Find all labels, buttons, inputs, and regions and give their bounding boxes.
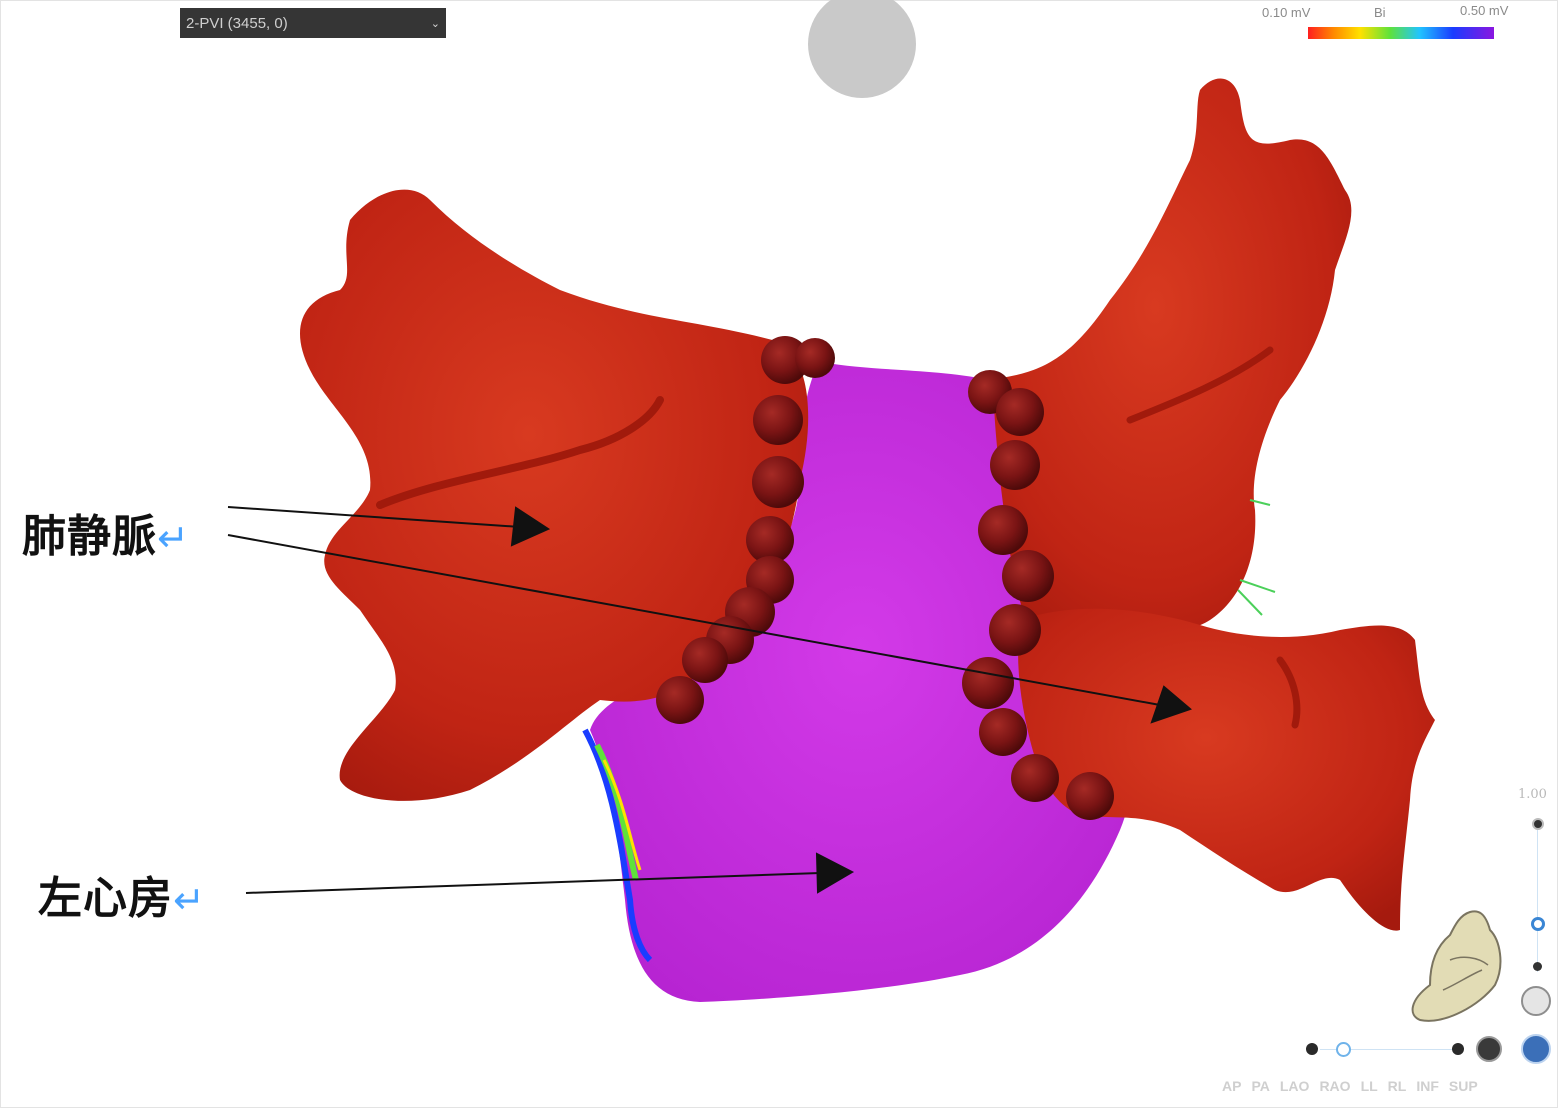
opacity-slider-thumb[interactable] <box>1531 917 1545 931</box>
return-mark: ↵ <box>157 516 190 560</box>
left-atrium-text: 左心房 <box>38 873 173 924</box>
zoom-slider-thumb[interactable] <box>1336 1042 1351 1057</box>
opacity-slider-track[interactable] <box>1537 822 1538 972</box>
opacity-slider-bottom-dot[interactable] <box>1533 962 1542 971</box>
view-button-rao[interactable]: RAO <box>1319 1078 1350 1100</box>
orientation-heart-icon <box>1411 910 1502 1022</box>
view-preset-bar: AP PA LAO RAO LL RL INF SUP <box>1222 1078 1552 1100</box>
view-button-ll[interactable]: LL <box>1361 1078 1378 1100</box>
display-mode-button[interactable] <box>1476 1036 1502 1062</box>
opacity-slider[interactable]: 1.00 <box>1516 782 1560 992</box>
opacity-slider-top-dot[interactable] <box>1532 818 1544 830</box>
view-button-ap[interactable]: AP <box>1222 1078 1241 1100</box>
opacity-value: 1.00 <box>1518 787 1547 802</box>
reset-view-button[interactable] <box>1521 1034 1551 1064</box>
anatomy-3d-view[interactable] <box>0 0 1560 1110</box>
view-button-sup[interactable]: SUP <box>1449 1078 1478 1100</box>
pulmonary-vein-text: 肺静脈 <box>22 511 157 562</box>
view-button-inf[interactable]: INF <box>1416 1078 1439 1100</box>
view-button-lao[interactable]: LAO <box>1280 1078 1310 1100</box>
rotate-button[interactable] <box>1521 986 1551 1016</box>
view-button-pa[interactable]: PA <box>1251 1078 1269 1100</box>
view-button-rl[interactable]: RL <box>1388 1078 1407 1100</box>
zoom-in-icon[interactable] <box>1452 1043 1464 1055</box>
return-mark: ↵ <box>173 878 206 922</box>
left-atrium-label: 左心房↵ <box>38 862 206 926</box>
zoom-out-icon[interactable] <box>1306 1043 1318 1055</box>
pulmonary-vein-label: 肺静脈↵ <box>22 500 190 564</box>
